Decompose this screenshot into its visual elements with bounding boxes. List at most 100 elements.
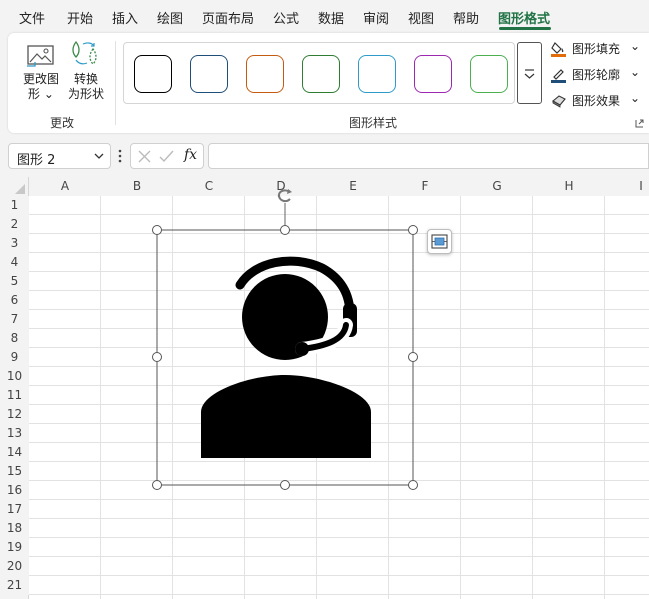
more-options-icon[interactable]: [117, 149, 123, 163]
menu-graphics-format[interactable]: 图形格式: [498, 8, 550, 27]
style-swatch-5[interactable]: [358, 55, 396, 93]
grid-line: [29, 594, 649, 595]
graphic-effects-button[interactable]: 图形效果 ⌄: [550, 91, 641, 110]
graphic-outline-label: 图形轮廓: [572, 68, 621, 82]
chevron-down-icon: [94, 153, 104, 159]
menu-data[interactable]: 数据: [318, 8, 344, 27]
resize-handle-bottom[interactable]: [280, 480, 290, 490]
row-header[interactable]: 8: [0, 329, 29, 348]
row-header[interactable]: 9: [0, 348, 29, 367]
row-header[interactable]: 14: [0, 443, 29, 462]
row-header[interactable]: 16: [0, 481, 29, 500]
customer-service-headset-icon: [201, 256, 371, 458]
menu-formulas[interactable]: 公式: [273, 8, 299, 27]
resize-handle-top-left[interactable]: [152, 225, 162, 235]
style-swatch-7[interactable]: [470, 55, 508, 93]
row-header[interactable]: 3: [0, 234, 29, 253]
grid-line: [29, 537, 649, 538]
convert-to-shape-icon: [72, 40, 97, 65]
change-graphic-button[interactable]: 更改图 形 ⌄: [16, 42, 66, 102]
row-header[interactable]: 5: [0, 272, 29, 291]
resize-handle-top-right[interactable]: [408, 225, 418, 235]
shape-effects-icon: [552, 95, 566, 108]
grid-line: [29, 499, 649, 500]
menu-bar: 文件 开始 插入 绘图 页面布局 公式 数据 审阅 视图 帮助 图形格式: [0, 0, 649, 32]
row-header[interactable]: 12: [0, 405, 29, 424]
row-header[interactable]: 7: [0, 310, 29, 329]
select-all-icon[interactable]: [14, 183, 26, 195]
graphic-effects-label: 图形效果: [572, 94, 621, 108]
menu-review[interactable]: 审阅: [363, 8, 389, 27]
resize-handle-bottom-right[interactable]: [408, 480, 418, 490]
cancel-x-icon[interactable]: [138, 150, 151, 163]
rotate-handle-icon[interactable]: [275, 189, 297, 205]
grid-line: [29, 575, 649, 576]
menu-file[interactable]: 文件: [19, 8, 45, 27]
column-header[interactable]: G: [461, 177, 533, 196]
chevron-down-icon: ⌄: [43, 87, 54, 101]
grid-line: [100, 196, 101, 599]
change-group-label: 更改: [50, 116, 75, 130]
menu-insert[interactable]: 插入: [112, 8, 138, 27]
gallery-more-button[interactable]: [517, 42, 542, 104]
row-header[interactable]: 15: [0, 462, 29, 481]
row-header[interactable]: 2: [0, 215, 29, 234]
more-styles-icon: [524, 69, 535, 79]
column-header[interactable]: A: [29, 177, 101, 196]
paint-bucket-icon: [551, 42, 566, 57]
change-graphic-label-2: 形 ⌄: [28, 87, 54, 101]
graphic-fill-button[interactable]: 图形填充 ⌄: [550, 39, 640, 58]
chevron-down-icon: ⌄: [630, 91, 641, 105]
pen-outline-icon: [551, 69, 566, 83]
menu-draw[interactable]: 绘图: [157, 8, 183, 27]
style-swatch-4[interactable]: [302, 55, 340, 93]
formula-input[interactable]: [208, 143, 649, 169]
name-box-value: 图形 2: [17, 153, 56, 168]
dialog-launcher-icon[interactable]: [635, 119, 644, 128]
grid-line: [29, 556, 649, 557]
layout-options-icon: [431, 234, 448, 249]
row-header[interactable]: 13: [0, 424, 29, 443]
row-header[interactable]: 19: [0, 538, 29, 557]
insert-function-button[interactable]: fx: [184, 147, 197, 163]
active-tab-indicator: [499, 27, 551, 30]
style-swatch-2[interactable]: [190, 55, 228, 93]
row-header[interactable]: 10: [0, 367, 29, 386]
style-swatch-1[interactable]: [134, 55, 172, 93]
row-header[interactable]: 4: [0, 253, 29, 272]
resize-handle-bottom-left[interactable]: [152, 480, 162, 490]
menu-help[interactable]: 帮助: [453, 8, 479, 27]
row-header[interactable]: 1: [0, 196, 29, 215]
resize-handle-top[interactable]: [280, 225, 290, 235]
style-swatch-3[interactable]: [246, 55, 284, 93]
chevron-down-icon: ⌄: [630, 65, 641, 79]
resize-handle-right[interactable]: [408, 352, 418, 362]
row-header[interactable]: 17: [0, 500, 29, 519]
formula-bar: 图形 2 fx: [0, 140, 649, 172]
graphic-fill-label: 图形填充: [572, 42, 621, 56]
name-box[interactable]: 图形 2: [8, 143, 111, 169]
resize-handle-left[interactable]: [152, 352, 162, 362]
row-header[interactable]: 20: [0, 557, 29, 576]
style-swatch-6[interactable]: [414, 55, 452, 93]
change-graphic-label-1: 更改图: [22, 72, 59, 86]
styles-group-label: 图形样式: [349, 116, 398, 130]
column-header[interactable]: H: [533, 177, 605, 196]
menu-home[interactable]: 开始: [67, 8, 93, 27]
graphic-style-gallery: [123, 42, 515, 104]
menu-view[interactable]: 视图: [408, 8, 434, 27]
grid-line: [604, 196, 605, 599]
formula-actions: fx: [130, 143, 204, 169]
row-header[interactable]: 21: [0, 576, 29, 595]
menu-page-layout[interactable]: 页面布局: [202, 8, 254, 27]
grid-line: [460, 196, 461, 599]
graphic-outline-button[interactable]: 图形轮廓 ⌄: [550, 65, 641, 84]
confirm-check-icon[interactable]: [159, 150, 174, 163]
row-header[interactable]: 11: [0, 386, 29, 405]
convert-to-shape-button[interactable]: 转换 为形状: [64, 38, 108, 102]
ribbon: 更改图 形 ⌄ 转换 为形状 更改 图形样式 图形填充 ⌄ 图形轮廓 ⌄ 图形效…: [8, 33, 649, 133]
column-header[interactable]: I: [605, 177, 649, 196]
layout-options-button[interactable]: [427, 229, 452, 254]
row-header[interactable]: 18: [0, 519, 29, 538]
row-header[interactable]: 6: [0, 291, 29, 310]
